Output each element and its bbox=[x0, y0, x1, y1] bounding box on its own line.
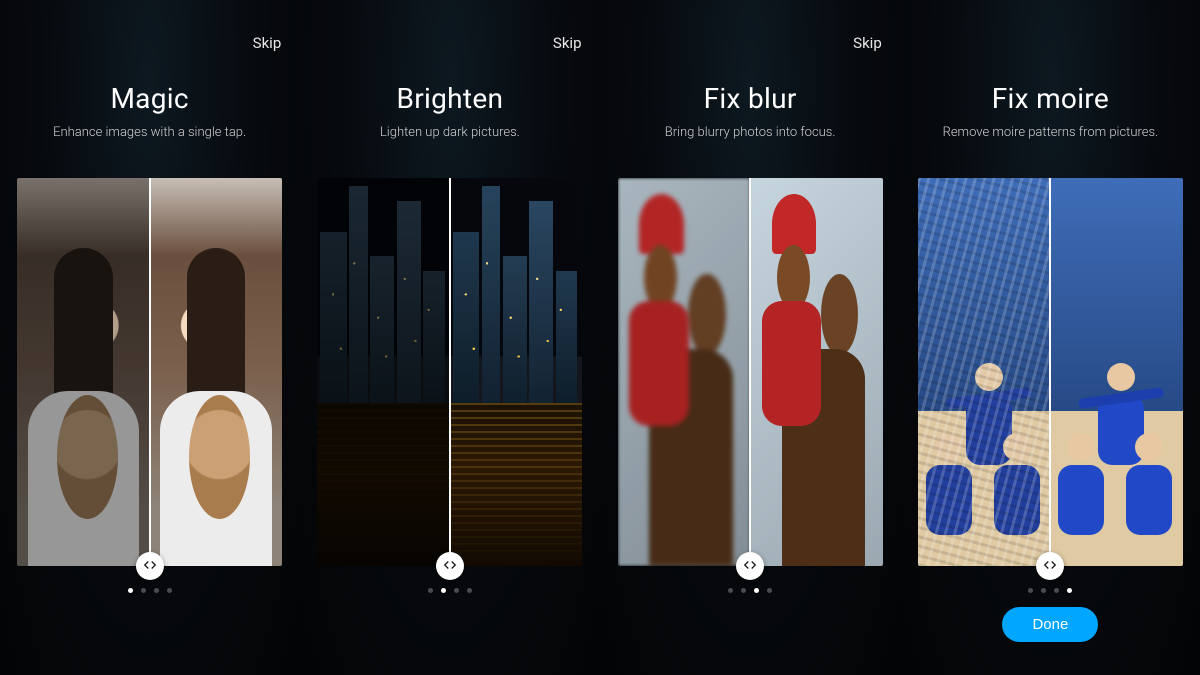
before-image bbox=[918, 178, 1051, 566]
compare-handle[interactable] bbox=[736, 552, 764, 580]
panel-subtitle: Bring blurry photos into focus. bbox=[665, 125, 836, 140]
after-image bbox=[750, 178, 883, 566]
onboarding-panel-magic: Skip Magic Enhance images with a single … bbox=[0, 0, 299, 675]
compare-arrows-icon bbox=[143, 557, 157, 576]
panel-subtitle: Enhance images with a single tap. bbox=[53, 125, 246, 140]
before-after-compare[interactable] bbox=[317, 178, 582, 566]
dot-2 bbox=[1041, 588, 1046, 593]
dot-3 bbox=[754, 588, 759, 593]
skip-button[interactable]: Skip bbox=[553, 34, 582, 52]
panel-title: Magic bbox=[110, 82, 188, 115]
before-image bbox=[17, 178, 150, 566]
onboarding-panel-fix-moire: Fix moire Remove moire patterns from pic… bbox=[900, 0, 1200, 675]
onboarding-panel-fix-blur: Skip Fix blur Bring blurry photos into f… bbox=[600, 0, 900, 675]
dot-4 bbox=[1067, 588, 1072, 593]
dot-4 bbox=[467, 588, 472, 593]
compare-divider bbox=[149, 178, 151, 566]
dot-1 bbox=[128, 588, 133, 593]
onboarding-row: Skip Magic Enhance images with a single … bbox=[0, 0, 1200, 675]
compare-arrows-icon bbox=[1043, 557, 1057, 576]
before-image bbox=[317, 178, 450, 566]
panel-title: Brighten bbox=[396, 82, 503, 115]
page-dots bbox=[728, 588, 772, 593]
compare-divider bbox=[449, 178, 451, 566]
dot-1 bbox=[428, 588, 433, 593]
panel-subtitle: Remove moire patterns from pictures. bbox=[943, 125, 1159, 140]
after-image bbox=[150, 178, 283, 566]
dot-3 bbox=[454, 588, 459, 593]
onboarding-panel-brighten: Skip Brighten Lighten up dark pictures. bbox=[299, 0, 599, 675]
compare-handle[interactable] bbox=[436, 552, 464, 580]
before-after-compare[interactable] bbox=[17, 178, 282, 566]
page-dots bbox=[428, 588, 472, 593]
panel-subtitle: Lighten up dark pictures. bbox=[380, 125, 520, 140]
dot-2 bbox=[141, 588, 146, 593]
compare-arrows-icon bbox=[743, 557, 757, 576]
page-dots bbox=[1028, 588, 1072, 593]
dot-1 bbox=[1028, 588, 1033, 593]
dot-3 bbox=[154, 588, 159, 593]
compare-divider bbox=[1049, 178, 1051, 566]
panel-title: Fix moire bbox=[992, 82, 1109, 115]
done-button[interactable]: Done bbox=[1002, 607, 1098, 642]
compare-arrows-icon bbox=[443, 557, 457, 576]
before-image bbox=[618, 178, 751, 566]
dot-3 bbox=[1054, 588, 1059, 593]
panel-title: Fix blur bbox=[704, 82, 797, 115]
skip-button[interactable]: Skip bbox=[253, 34, 282, 52]
after-image bbox=[450, 178, 583, 566]
dot-4 bbox=[167, 588, 172, 593]
dot-2 bbox=[441, 588, 446, 593]
before-after-compare[interactable] bbox=[918, 178, 1183, 566]
skip-button[interactable]: Skip bbox=[853, 34, 882, 52]
after-image bbox=[1050, 178, 1183, 566]
compare-handle[interactable] bbox=[136, 552, 164, 580]
compare-divider bbox=[749, 178, 751, 566]
page-dots bbox=[128, 588, 172, 593]
before-after-compare[interactable] bbox=[618, 178, 883, 566]
dot-4 bbox=[767, 588, 772, 593]
dot-1 bbox=[728, 588, 733, 593]
dot-2 bbox=[741, 588, 746, 593]
compare-handle[interactable] bbox=[1036, 552, 1064, 580]
